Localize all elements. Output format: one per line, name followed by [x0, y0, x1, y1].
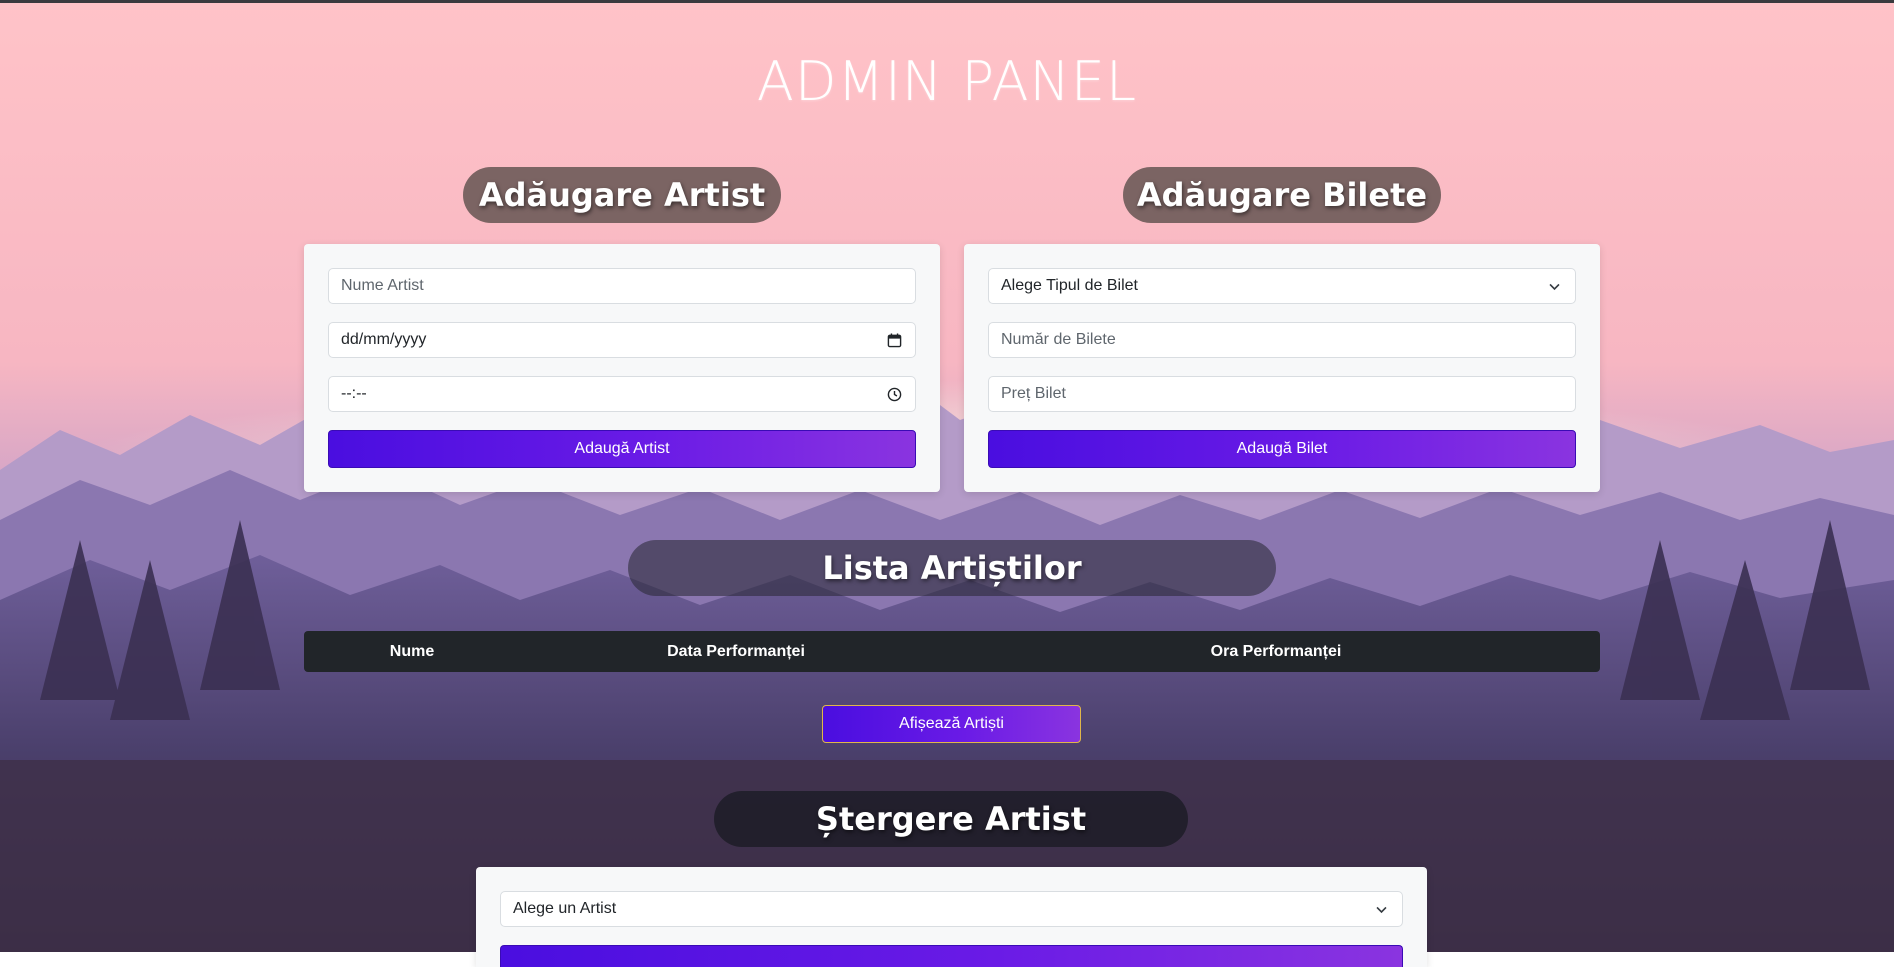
column-header-name: Nume	[389, 642, 435, 660]
artist-name-field[interactable]: Nume Artist	[328, 268, 916, 304]
ticket-count-placeholder: Număr de Bilete	[1001, 331, 1116, 348]
add-artist-card: Nume Artist dd/mm/yyyy --:-- Adaugă Arti…	[304, 244, 940, 492]
clock-icon[interactable]	[885, 385, 903, 403]
ticket-price-field[interactable]: Preț Bilet	[988, 376, 1576, 412]
ticket-type-value: Alege Tipul de Bilet	[1001, 277, 1138, 294]
page-title: ADMIN PANEL	[756, 50, 1138, 113]
artist-list-heading: Lista Artiștilor	[628, 540, 1276, 596]
add-artist-button[interactable]: Adaugă Artist	[328, 430, 916, 468]
ticket-count-field[interactable]: Număr de Bilete	[988, 322, 1576, 358]
add-ticket-button[interactable]: Adaugă Bilet	[988, 430, 1576, 468]
ticket-type-select[interactable]: Alege Tipul de Bilet	[988, 268, 1576, 304]
artist-select[interactable]: Alege un Artist	[500, 891, 1403, 927]
date-placeholder: dd/mm/yyyy	[341, 331, 427, 348]
add-artist-heading: Adăugare Artist	[463, 167, 781, 223]
delete-artist-card: Alege un Artist	[476, 867, 1427, 967]
browser-top-edge	[0, 0, 1894, 3]
delete-artist-button[interactable]	[500, 945, 1403, 967]
calendar-icon[interactable]	[885, 331, 903, 349]
artist-name-placeholder: Nume Artist	[341, 277, 424, 294]
time-placeholder: --:--	[341, 385, 367, 402]
artist-select-value: Alege un Artist	[513, 900, 617, 917]
artist-table-header: Nume Data Performanței Ora Performanței	[304, 631, 1600, 672]
column-header-performance-time: Ora Performanței	[1210, 642, 1342, 660]
ticket-price-placeholder: Preț Bilet	[1001, 385, 1066, 402]
chevron-down-icon	[1372, 900, 1390, 918]
column-header-performance-date: Data Performanței	[667, 642, 805, 660]
performance-time-field[interactable]: --:--	[328, 376, 916, 412]
performance-date-field[interactable]: dd/mm/yyyy	[328, 322, 916, 358]
chevron-down-icon	[1545, 277, 1563, 295]
add-tickets-heading: Adăugare Bilete	[1123, 167, 1441, 223]
show-artists-button[interactable]: Afișează Artiști	[822, 705, 1081, 743]
add-tickets-card: Alege Tipul de Bilet Număr de Bilete Pre…	[964, 244, 1600, 492]
delete-artist-heading: Ștergere Artist	[714, 791, 1188, 847]
